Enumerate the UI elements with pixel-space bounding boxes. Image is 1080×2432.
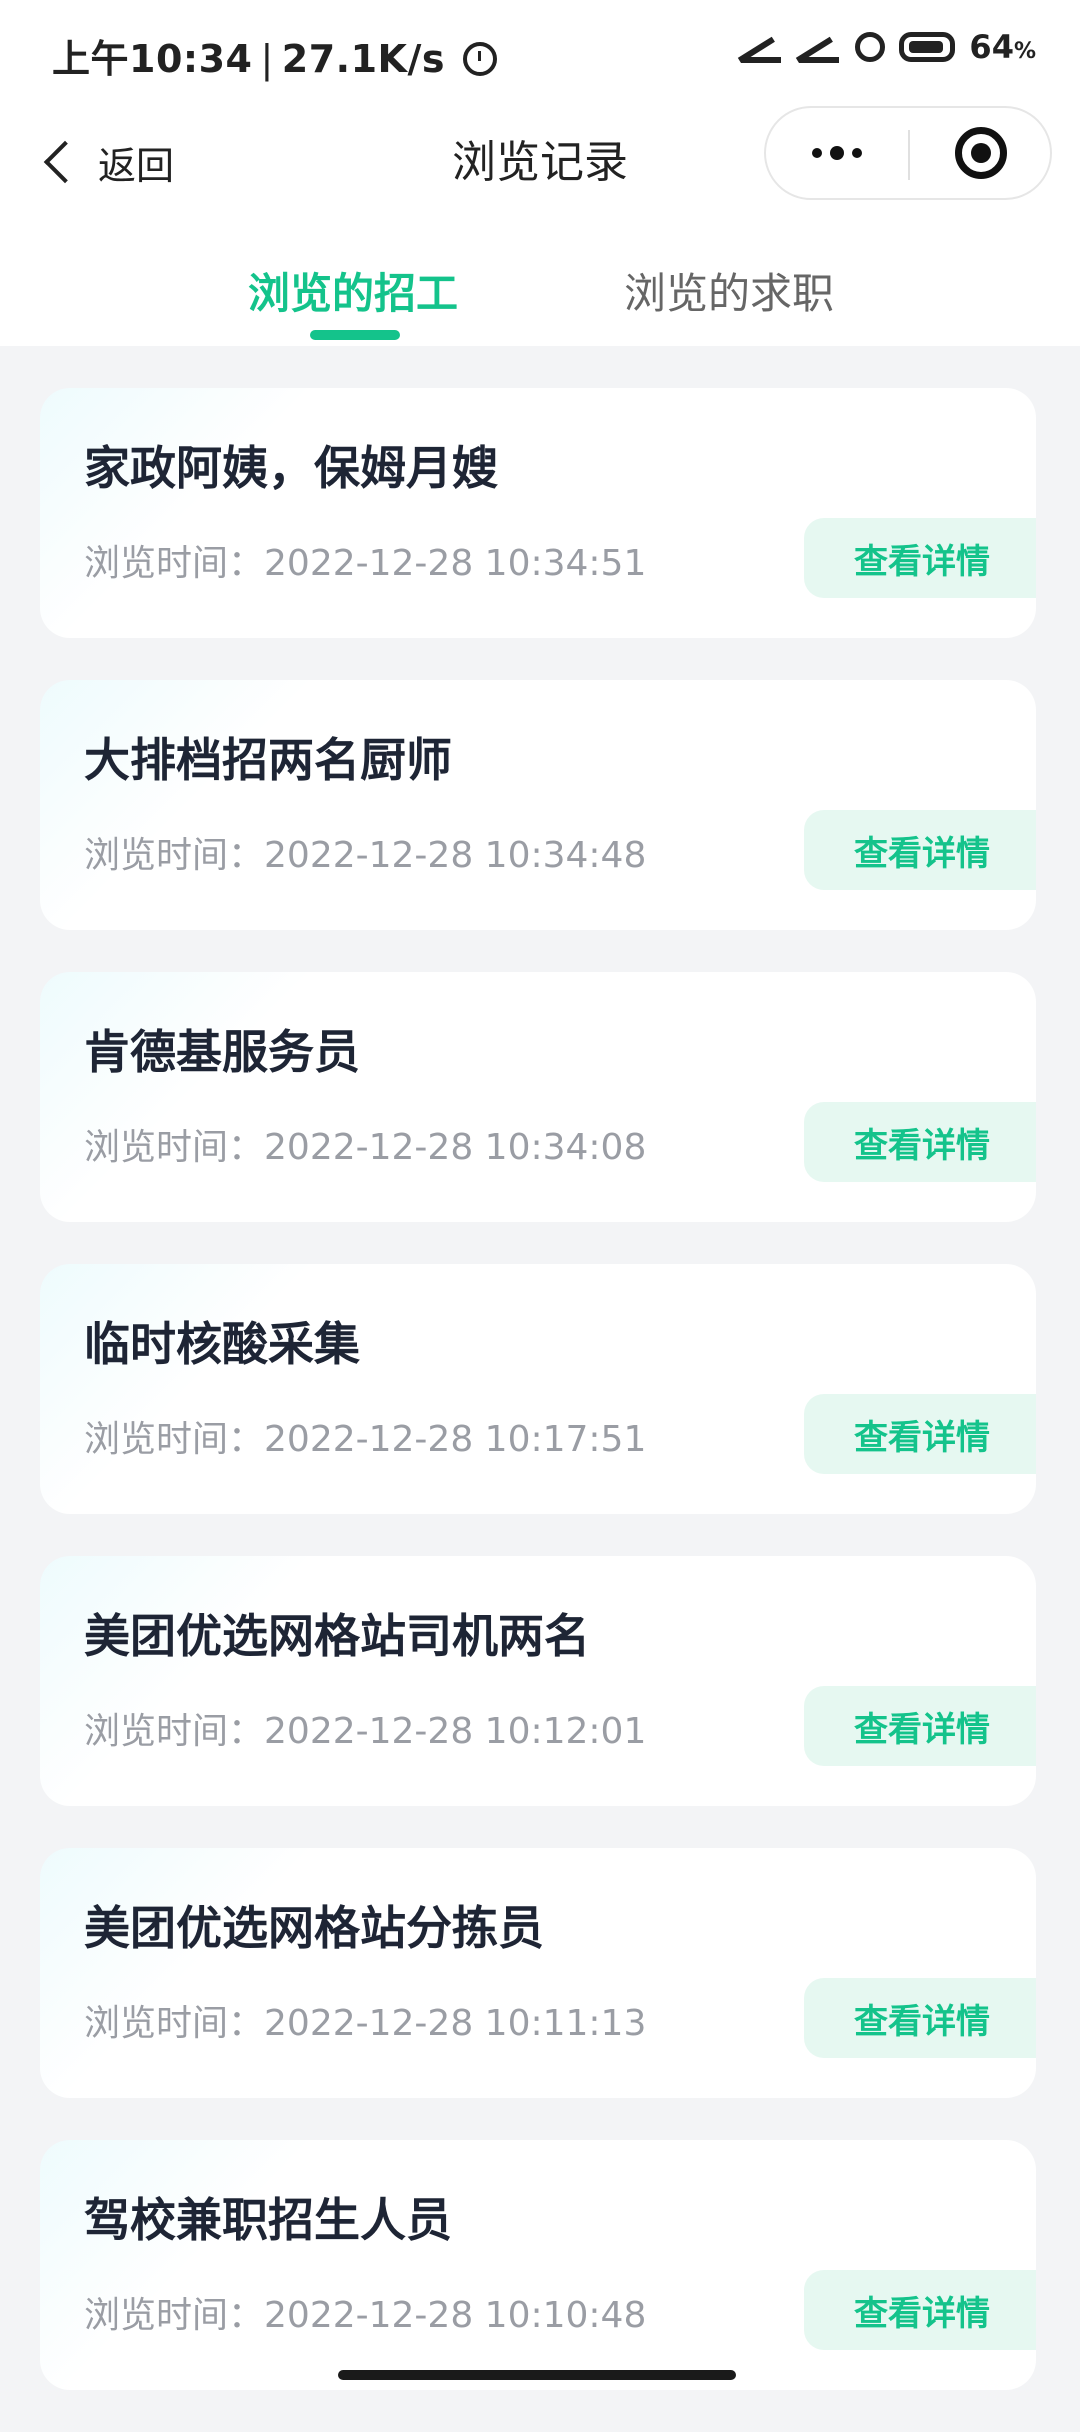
browse-time: 浏览时间：2022-12-28 10:34:51: [84, 534, 646, 586]
browse-time-label: 浏览时间：: [84, 2003, 265, 2044]
job-title: 肯德基服务员: [84, 1025, 360, 1079]
browse-time-value: 2022-12-28 10:34:51: [264, 543, 647, 584]
browse-time-label: 浏览时间：: [84, 1127, 265, 1168]
dot: [812, 148, 822, 158]
history-list: 家政阿姨，保姆月嫂 浏览时间：2022-12-28 10:34:51 查看详情 …: [40, 388, 1036, 2432]
signal-icon: [739, 29, 783, 65]
dot: [830, 146, 844, 160]
browse-time-value: 2022-12-28 10:34:08: [264, 1127, 647, 1168]
more-dots-icon: [812, 146, 862, 160]
browse-time: 浏览时间：2022-12-28 10:17:51: [84, 1410, 646, 1462]
target-icon: [955, 127, 1007, 179]
job-title: 家政阿姨，保姆月嫂: [84, 441, 498, 495]
mini-program-capsule: [764, 106, 1052, 200]
browse-time-value: 2022-12-28 10:12:01: [264, 1711, 647, 1752]
close-mini-program-button[interactable]: [910, 108, 1052, 198]
view-details-button[interactable]: 查看详情: [804, 2270, 1036, 2350]
browse-time-label: 浏览时间：: [84, 835, 265, 876]
dot: [852, 148, 862, 158]
battery-icon: [899, 32, 956, 62]
browse-time-value: 2022-12-28 10:17:51: [264, 1419, 647, 1460]
browse-time: 浏览时间：2022-12-28 10:10:48: [84, 2286, 646, 2338]
job-title: 临时核酸采集: [84, 1317, 360, 1371]
browse-time: 浏览时间：2022-12-28 10:34:08: [84, 1118, 646, 1170]
list-item[interactable]: 家政阿姨，保姆月嫂 浏览时间：2022-12-28 10:34:51 查看详情: [40, 388, 1036, 638]
tab-browsed-job-seeking[interactable]: 浏览的求职: [624, 260, 834, 321]
alarm-icon: [462, 42, 497, 76]
view-details-button[interactable]: 查看详情: [804, 1978, 1036, 2058]
job-title: 驾校兼职招生人员: [84, 2193, 452, 2247]
tab-bar: 浏览的招工 浏览的求职: [0, 224, 1080, 346]
list-item[interactable]: 大排档招两名厨师 浏览时间：2022-12-28 10:34:48 查看详情: [40, 680, 1036, 930]
battery-unit: %: [1013, 39, 1036, 64]
browse-time-label: 浏览时间：: [84, 2295, 265, 2336]
home-indicator[interactable]: [338, 2370, 736, 2380]
status-bar: 上午10:34 | 27.1K/s 64%: [0, 0, 1080, 100]
browse-time: 浏览时间：2022-12-28 10:34:48: [84, 826, 646, 878]
browse-time-label: 浏览时间：: [84, 543, 265, 584]
browse-time-value: 2022-12-28 10:11:13: [264, 2003, 647, 2044]
job-title: 大排档招两名厨师: [84, 733, 452, 787]
status-left: 上午10:34 | 27.1K/s: [52, 28, 497, 83]
browse-time-value: 2022-12-28 10:10:48: [264, 2295, 647, 2336]
status-net-speed: 27.1K/s: [281, 37, 445, 81]
list-item[interactable]: 美团优选网格站司机两名 浏览时间：2022-12-28 10:12:01 查看详…: [40, 1556, 1036, 1806]
list-item[interactable]: 临时核酸采集 浏览时间：2022-12-28 10:17:51 查看详情: [40, 1264, 1036, 1514]
list-item[interactable]: 美团优选网格站分拣员 浏览时间：2022-12-28 10:11:13 查看详情: [40, 1848, 1036, 2098]
list-item[interactable]: 肯德基服务员 浏览时间：2022-12-28 10:34:08 查看详情: [40, 972, 1036, 1222]
view-details-button[interactable]: 查看详情: [804, 1102, 1036, 1182]
view-details-button[interactable]: 查看详情: [804, 1686, 1036, 1766]
active-tab-indicator: [310, 330, 400, 340]
view-details-button[interactable]: 查看详情: [804, 518, 1036, 598]
browse-time: 浏览时间：2022-12-28 10:11:13: [84, 1994, 646, 2046]
browse-time-label: 浏览时间：: [84, 1419, 265, 1460]
job-title: 美团优选网格站司机两名: [84, 1609, 590, 1663]
battery-percentage: 64%: [969, 28, 1036, 66]
battery-level: 64: [969, 28, 1014, 66]
job-title: 美团优选网格站分拣员: [84, 1901, 544, 1955]
browse-time-label: 浏览时间：: [84, 1711, 265, 1752]
nav-bar: 返回 浏览记录: [0, 100, 1080, 224]
wifi-icon: [855, 32, 886, 62]
status-separator: |: [260, 37, 274, 81]
more-button[interactable]: [766, 108, 908, 198]
view-details-button[interactable]: 查看详情: [804, 1394, 1036, 1474]
tab-browsed-recruitment[interactable]: 浏览的招工: [248, 260, 458, 321]
list-item[interactable]: 驾校兼职招生人员 浏览时间：2022-12-28 10:10:48 查看详情: [40, 2140, 1036, 2390]
signal-icon-2: [797, 29, 841, 65]
status-right: 64%: [739, 28, 1036, 66]
browse-time: 浏览时间：2022-12-28 10:12:01: [84, 1702, 646, 1754]
status-time: 上午10:34: [52, 37, 253, 81]
browse-time-value: 2022-12-28 10:34:48: [264, 835, 647, 876]
view-details-button[interactable]: 查看详情: [804, 810, 1036, 890]
